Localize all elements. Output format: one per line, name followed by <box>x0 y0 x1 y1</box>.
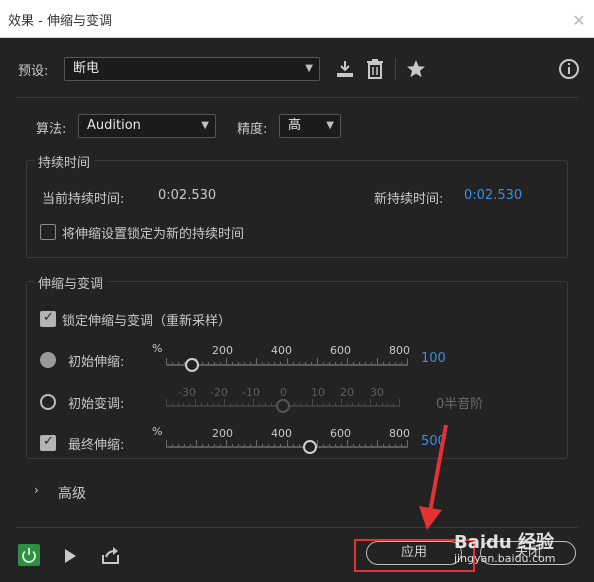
stretch-pitch-group-title: 伸缩与变调 <box>34 273 108 292</box>
duration-group <box>26 160 568 258</box>
lock-resample-checkbox[interactable] <box>40 310 56 327</box>
initial-pitch-slider[interactable] <box>166 393 400 417</box>
watermark-title: Baidu 经验 <box>454 532 555 553</box>
final-stretch-label: 最终伸缩: <box>68 438 125 453</box>
final-stretch-value[interactable]: 500 <box>421 434 446 449</box>
preset-value: 断电 <box>73 61 100 76</box>
toolbar-divider <box>395 58 396 80</box>
slider-thumb[interactable] <box>276 399 290 413</box>
algorithm-dropdown[interactable]: Audition ▼ <box>78 114 216 138</box>
title-bar: 效果 - 伸缩与变调 ✕ <box>0 0 594 38</box>
slider-thumb[interactable] <box>303 440 317 454</box>
chevron-down-icon: ▼ <box>201 120 209 131</box>
new-duration-value[interactable]: 0:02.530 <box>464 188 522 203</box>
new-duration-label: 新持续时间: <box>374 192 444 207</box>
chevron-right-icon[interactable]: › <box>34 483 39 497</box>
star-icon[interactable] <box>405 58 427 80</box>
precision-label: 精度: <box>237 122 268 137</box>
initial-stretch-label: 初始伸缩: <box>68 355 125 370</box>
info-icon[interactable] <box>558 58 580 80</box>
initial-stretch-radio[interactable] <box>40 352 56 368</box>
slider-track <box>166 446 408 448</box>
initial-pitch-value: 0半音阶 <box>436 397 484 412</box>
loop-export-icon[interactable] <box>100 545 122 567</box>
power-icon[interactable] <box>18 544 40 566</box>
play-icon[interactable] <box>60 545 82 567</box>
download-preset-icon[interactable] <box>334 58 356 80</box>
algorithm-value: Audition <box>87 118 141 133</box>
final-stretch-checkbox[interactable] <box>40 434 56 451</box>
percent-unit: % <box>152 342 163 355</box>
precision-dropdown[interactable]: 高 ▼ <box>279 114 341 138</box>
final-stretch-slider[interactable] <box>166 434 408 458</box>
initial-stretch-value[interactable]: 100 <box>421 351 446 366</box>
section-divider <box>16 97 578 98</box>
slider-thumb[interactable] <box>185 358 199 372</box>
chevron-down-icon: ▼ <box>326 120 334 131</box>
lock-duration-label: 将伸缩设置锁定为新的持续时间 <box>62 227 245 242</box>
close-icon[interactable]: ✕ <box>568 10 590 32</box>
initial-pitch-label: 初始变调: <box>68 397 125 412</box>
preset-label: 预设: <box>18 64 49 79</box>
initial-pitch-radio[interactable] <box>40 394 56 410</box>
window-title: 效果 - 伸缩与变调 <box>8 14 112 29</box>
preset-dropdown[interactable]: 断电 ▼ <box>64 57 320 81</box>
percent-unit: % <box>152 425 163 438</box>
algorithm-label: 算法: <box>36 122 67 137</box>
duration-group-title: 持续时间 <box>34 152 95 171</box>
lock-duration-checkbox[interactable] <box>40 224 56 240</box>
initial-stretch-slider[interactable] <box>166 352 408 376</box>
advanced-toggle[interactable]: 高级 <box>58 483 86 503</box>
slider-track <box>166 364 408 366</box>
current-duration-label: 当前持续时间: <box>42 192 125 207</box>
lock-resample-label: 锁定伸缩与变调（重新采样） <box>62 314 232 329</box>
watermark-logo: Baidu 经验 jingyan.baidu.com <box>454 518 590 574</box>
trash-icon[interactable] <box>364 58 386 80</box>
chevron-down-icon: ▼ <box>305 63 313 74</box>
watermark-url: jingyan.baidu.com <box>454 552 556 565</box>
current-duration-value: 0:02.530 <box>158 188 217 203</box>
precision-value: 高 <box>288 118 302 133</box>
